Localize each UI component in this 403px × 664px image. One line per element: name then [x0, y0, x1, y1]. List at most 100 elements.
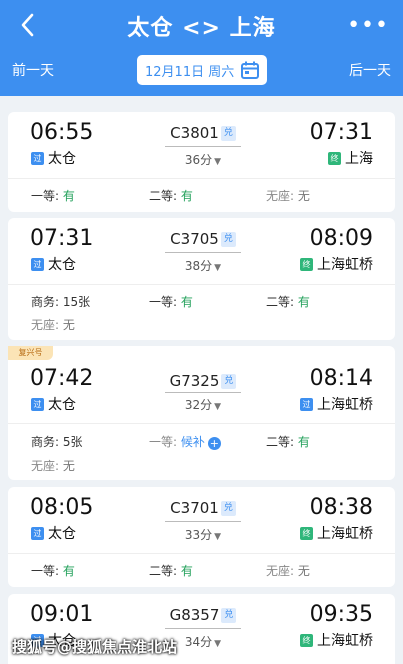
departure-station: 过太仓	[31, 148, 76, 168]
next-day-button[interactable]: 后一天	[349, 60, 391, 80]
seat-label: 二等:	[149, 189, 178, 203]
seat-label: 一等:	[149, 295, 178, 309]
duration-text: 36分	[184, 153, 213, 167]
seat-value: 无	[62, 318, 75, 332]
train-card[interactable]: 06:55 过太仓 C3801 兑 36分 ▼ 07:31 终上海 一等: 有 二等…	[8, 112, 395, 212]
caret-down-icon: ▼	[214, 532, 222, 542]
departure-station-name: 太仓	[48, 257, 76, 273]
divider	[8, 178, 395, 179]
arrival-time: 08:14	[309, 366, 373, 391]
arrival-station-name: 上海虹桥	[317, 257, 373, 273]
seat-no-seat: 无座: 无	[266, 562, 310, 579]
seat-label: 一等:	[31, 189, 60, 203]
pass-badge: 过	[31, 397, 44, 411]
seat-label: 无座:	[266, 189, 295, 203]
seat-value: 有	[180, 564, 193, 578]
arrival-time: 09:35	[309, 602, 373, 627]
departure-station: 过太仓	[31, 254, 76, 274]
seat-second-class: 二等: 有	[149, 562, 193, 579]
train-number: C3705 兑	[165, 230, 241, 248]
seat-business: 商务: 15张	[31, 293, 90, 310]
seat-first-class[interactable]: 一等: 候补 +	[149, 433, 221, 450]
seat-label: 二等:	[266, 435, 295, 449]
arrival-station: 终上海虹桥	[300, 523, 373, 543]
seat-no-seat: 无座: 无	[31, 457, 75, 474]
train-number: G7325 兑	[165, 372, 241, 390]
prev-day-button[interactable]: 前一天	[12, 60, 54, 80]
train-number: C3801 兑	[165, 124, 241, 142]
seat-no-seat: 无座: 无	[266, 187, 310, 204]
train-card[interactable]: 07:31 过太仓 C3705 兑 38分 ▼ 08:09 终上海虹桥 商务: 15…	[8, 218, 395, 340]
train-number-text: G8357	[169, 606, 220, 624]
pass-badge: 过	[300, 397, 313, 411]
seat-label: 商务:	[31, 295, 60, 309]
route-line	[165, 521, 241, 522]
train-number: G8357 兑	[165, 606, 241, 624]
departure-time: 09:01	[30, 602, 94, 627]
route-line	[165, 146, 241, 147]
train-number-text: G7325	[169, 372, 220, 390]
seat-first-class: 一等: 有	[31, 562, 75, 579]
duration-text: 33分	[184, 528, 213, 542]
seat-value: 有	[180, 295, 193, 309]
seat-label: 二等:	[266, 295, 295, 309]
seat-value: 无	[297, 564, 310, 578]
seat-label: 一等:	[149, 435, 178, 449]
date-selector[interactable]: 12月11日 周六	[137, 55, 267, 85]
caret-down-icon: ▼	[214, 639, 222, 649]
divider	[8, 553, 395, 554]
train-card[interactable]: 08:05 过太仓 C3701 兑 33分 ▼ 08:38 终上海虹桥 一等: 有 …	[8, 487, 395, 587]
train-number: C3701 兑	[165, 499, 241, 517]
duration[interactable]: 32分 ▼	[165, 396, 241, 413]
train-number-text: C3705	[170, 230, 219, 248]
top-bar: 太仓 <> 上海 ••• 前一天 12月11日 周六 后一天	[0, 0, 403, 96]
seat-label: 无座:	[31, 459, 60, 473]
caret-down-icon: ▼	[214, 157, 222, 167]
seat-first-class: 一等: 有	[149, 293, 193, 310]
departure-station-name: 太仓	[48, 151, 76, 167]
seat-value: 无	[62, 459, 75, 473]
duration[interactable]: 33分 ▼	[165, 526, 241, 543]
exchange-badge: 兑	[220, 125, 236, 141]
fuxing-tag: 复兴号	[8, 346, 53, 360]
seat-second-class: 二等: 有	[149, 187, 193, 204]
route-line	[165, 628, 241, 629]
date-label: 12月11日 周六	[145, 64, 235, 80]
exchange-badge: 兑	[220, 231, 236, 247]
exchange-badge: 兑	[220, 500, 236, 516]
terminal-badge: 终	[300, 526, 313, 540]
train-number-text: C3801	[170, 124, 219, 142]
departure-station: 过太仓	[31, 523, 76, 543]
caret-down-icon: ▼	[214, 402, 222, 412]
arrival-station: 终上海	[328, 148, 373, 168]
divider	[8, 423, 395, 424]
terminal-badge: 终	[300, 633, 313, 647]
departure-station: 过太仓	[31, 394, 76, 414]
seat-value: 有	[62, 564, 75, 578]
departure-station-name: 太仓	[48, 397, 76, 413]
duration[interactable]: 38分 ▼	[165, 257, 241, 274]
seat-label: 商务:	[31, 435, 60, 449]
seat-value: 有	[62, 189, 75, 203]
seat-first-class: 一等: 有	[31, 187, 75, 204]
duration[interactable]: 36分 ▼	[165, 151, 241, 168]
seat-label: 无座:	[266, 564, 295, 578]
pass-badge: 过	[31, 151, 44, 165]
duration-text: 32分	[184, 398, 213, 412]
seat-label: 无座:	[31, 318, 60, 332]
pass-badge: 过	[31, 257, 44, 271]
plus-icon[interactable]: +	[207, 437, 221, 450]
seat-second-class: 二等: 有	[266, 293, 310, 310]
arrival-station-name: 上海虹桥	[317, 397, 373, 413]
train-card[interactable]: 07:42 过太仓 G7325 兑 32分 ▼ 08:14 过上海虹桥 商务: 5张…	[8, 346, 395, 480]
duration-text: 34分	[184, 635, 213, 649]
more-button[interactable]: •••	[347, 13, 389, 38]
caret-down-icon: ▼	[214, 263, 222, 273]
seat-value: 候补	[180, 435, 205, 449]
departure-time: 07:42	[30, 366, 94, 391]
seat-value: 无	[297, 189, 310, 203]
departure-time: 06:55	[30, 120, 94, 145]
train-number-text: C3701	[170, 499, 219, 517]
departure-station-name: 太仓	[48, 526, 76, 542]
seat-value: 15张	[62, 295, 91, 309]
